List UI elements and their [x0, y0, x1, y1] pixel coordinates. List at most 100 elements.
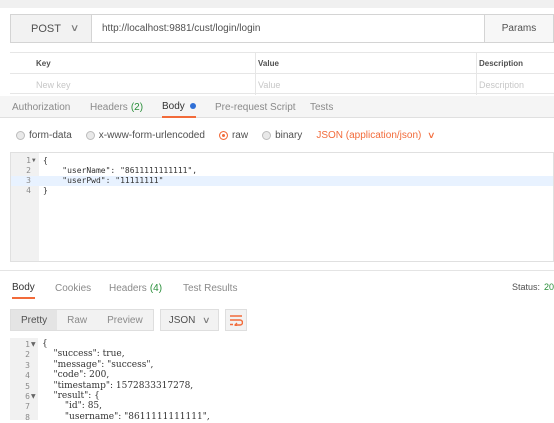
header-key: Key [36, 59, 51, 68]
tab-authorization-label: Authorization [12, 101, 71, 113]
line-number: 1 [25, 340, 30, 349]
radio-raw[interactable]: raw [218, 129, 249, 141]
params-label: Params [501, 23, 537, 34]
line-number: 2 [26, 166, 31, 175]
window-top-strip [0, 0, 554, 8]
code-text: "userPwd": "11111111" [43, 176, 164, 185]
code-text: { [43, 156, 48, 165]
preview-button[interactable]: Preview [97, 310, 153, 330]
params-table: Key Value Description New key Value Desc… [10, 52, 554, 95]
line-number: 5 [25, 381, 30, 391]
code-line: 2 "userName": "8611111111111", [11, 166, 553, 176]
status-value: 20 [543, 282, 554, 292]
content-type-dropdown[interactable]: JSON (application/json) ∨ [316, 129, 436, 141]
line-number: 3 [26, 176, 31, 185]
response-toolbar: Pretty Raw Preview JSON ∨ [10, 309, 247, 331]
column-divider [255, 53, 256, 74]
line-number: 8 [25, 412, 30, 422]
params-table-header: Key Value Description [10, 52, 554, 74]
header-description: Description [479, 59, 524, 68]
tab-prerequest-script[interactable]: Pre-request Script [215, 96, 296, 118]
column-divider [476, 53, 477, 74]
new-value-input[interactable]: Value [258, 74, 280, 95]
line-number: 7 [25, 402, 30, 412]
code-line: 1 ▼ { [11, 156, 553, 166]
fold-arrow-icon[interactable]: ▼ [32, 156, 36, 166]
code-text: "success": true, [42, 349, 125, 360]
code-text: "code": 200, [42, 370, 110, 381]
code-text: "userName": "8611111111111", [43, 166, 198, 175]
radio-icon [16, 130, 25, 140]
chevron-down-icon: ∨ [427, 129, 436, 140]
wrap-lines-button[interactable] [224, 309, 247, 331]
status-label: Status: [511, 282, 540, 292]
code-text: "result": { [42, 391, 100, 401]
code-text: } [43, 186, 48, 195]
response-tab-test-results-label: Test Results [183, 282, 238, 294]
code-line: 8 "username": "8611111111111", [10, 412, 554, 423]
response-tab-cookies-label: Cookies [55, 282, 92, 294]
method-dropdown[interactable]: POST ∨ [10, 14, 92, 43]
new-description-input[interactable]: Description [479, 74, 524, 95]
url-text: http://localhost:9881/cust/login/login [102, 23, 261, 34]
request-body-editor[interactable]: 1 ▼ { 2 "userName": "8611111111111", 3 "… [10, 152, 554, 262]
response-tab-headers-label: Headers [109, 282, 147, 294]
tab-headers[interactable]: Headers (2) [90, 96, 143, 118]
response-status: Status: 20 [512, 277, 554, 297]
radio-selected-icon [218, 130, 228, 140]
radio-binary-label: binary [275, 129, 303, 141]
chevron-down-icon: ∨ [202, 314, 211, 325]
code-text: "message": "success", [42, 359, 154, 370]
response-tab-test-results[interactable]: Test Results [183, 277, 237, 299]
response-tab-body-label: Body [12, 281, 35, 293]
response-body-viewer[interactable]: 1 ▼ { 2 "success": true, 3 "message": "s… [10, 338, 554, 423]
radio-binary[interactable]: binary [262, 130, 302, 141]
tab-tests[interactable]: Tests [310, 96, 333, 118]
code-line: 4 } [11, 186, 553, 196]
response-tabs: Body Cookies Headers (4) Test Results St… [0, 277, 554, 299]
radio-form-data[interactable]: form-data [16, 130, 72, 141]
tab-body-label: Body [162, 100, 185, 112]
response-headers-count-badge: (4) [149, 282, 163, 294]
new-key-input[interactable]: New key [36, 74, 71, 95]
fold-arrow-icon[interactable]: ▼ [31, 339, 36, 350]
modified-dot-icon [189, 103, 196, 109]
headers-count-badge: (2) [130, 101, 144, 113]
code-text: "id": 85, [42, 401, 103, 412]
radio-urlencoded[interactable]: x-www-form-urlencoded [85, 129, 205, 141]
code-line-highlighted: 3 "userPwd": "11111111" [11, 176, 553, 186]
method-label: POST [31, 22, 61, 35]
response-tab-headers[interactable]: Headers (4) [109, 277, 162, 299]
view-mode-group: Pretty Raw Preview [10, 309, 154, 331]
radio-form-data-label: form-data [29, 129, 72, 141]
request-tabs: Authorization Headers (2) Body Pre-reque… [0, 96, 554, 118]
radio-raw-label: raw [231, 129, 249, 141]
radio-icon [85, 130, 95, 140]
format-dropdown[interactable]: JSON ∨ [159, 309, 219, 331]
format-label: JSON [168, 314, 196, 326]
radio-icon [262, 130, 272, 140]
line-number: 2 [25, 350, 30, 360]
content-type-label: JSON (application/json) [316, 129, 422, 141]
code-text: "username": "8611111111111", [42, 411, 210, 422]
params-button[interactable]: Params [484, 14, 554, 43]
params-table-row: New key Value Description [10, 73, 554, 95]
response-tab-cookies[interactable]: Cookies [55, 277, 91, 299]
column-divider [476, 74, 477, 95]
chevron-down-icon: ∨ [69, 23, 80, 34]
response-tab-body[interactable]: Body [12, 277, 35, 299]
tab-headers-label: Headers [90, 101, 128, 113]
radio-urlencoded-label: x-www-form-urlencoded [98, 129, 205, 141]
raw-button[interactable]: Raw [57, 310, 97, 330]
line-number: 1 [26, 156, 31, 165]
wrap-lines-icon [229, 315, 243, 326]
tab-body[interactable]: Body [162, 96, 196, 118]
tab-authorization[interactable]: Authorization [12, 96, 70, 118]
pretty-button[interactable]: Pretty [11, 310, 58, 330]
fold-arrow-icon[interactable]: ▼ [31, 391, 36, 402]
response-divider [0, 270, 554, 271]
line-number: 4 [26, 186, 31, 195]
code-text: "timestamp": 1572833317278, [42, 380, 194, 391]
tab-prerequest-label: Pre-request Script [215, 101, 296, 113]
line-number: 6 [25, 392, 30, 401]
